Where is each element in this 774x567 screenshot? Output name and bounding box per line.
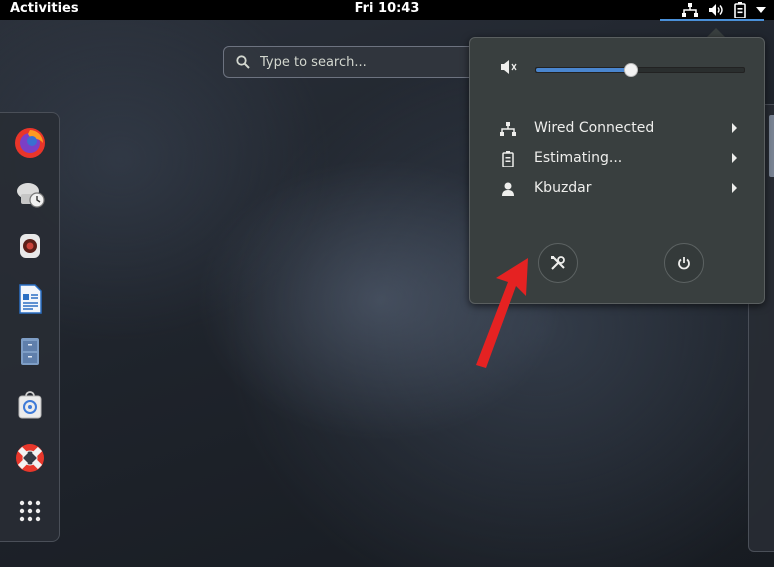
menu-item-user[interactable]: Kbuzdar [470, 175, 766, 203]
battery-icon [502, 151, 514, 167]
evolution-icon[interactable] [10, 173, 50, 213]
menu-item-label: Kbuzdar [534, 180, 592, 196]
settings-button[interactable] [538, 243, 578, 283]
settings-tools-icon [551, 256, 565, 270]
volume-slider[interactable] [535, 63, 745, 77]
network-wired-icon [682, 3, 698, 17]
volume-slider-fill [536, 68, 630, 72]
menu-item-label: Estimating... [534, 150, 623, 166]
network-wired-icon [500, 122, 516, 136]
chevron-down-icon [756, 7, 766, 13]
cheese-icon[interactable] [10, 226, 50, 266]
user-icon [502, 182, 514, 196]
audio-volume-icon [708, 3, 724, 17]
menu-item-label: Wired Connected [534, 120, 655, 136]
clock-label[interactable]: Fri 10:43 [355, 1, 420, 16]
dash [0, 112, 60, 542]
menu-item-wired-connected[interactable]: Wired Connected [470, 115, 766, 143]
search-input[interactable] [258, 53, 472, 71]
search-icon [236, 55, 250, 69]
annotation-arrow-icon [476, 258, 528, 368]
power-icon [678, 257, 690, 270]
top-bar: Activities Fri 10:43 [0, 0, 774, 20]
chevron-right-icon [732, 183, 737, 193]
workspace-window-thumb[interactable] [769, 115, 774, 177]
chevron-right-icon [732, 153, 737, 163]
menu-item-battery[interactable]: Estimating... [470, 145, 766, 173]
search-box[interactable] [223, 46, 483, 78]
software-icon[interactable] [10, 385, 50, 425]
firefox-icon[interactable] [10, 123, 50, 163]
files-icon[interactable] [10, 331, 50, 371]
battery-icon [734, 2, 746, 18]
power-button[interactable] [664, 243, 704, 283]
system-tray[interactable] [682, 0, 766, 20]
activities-button[interactable]: Activities [10, 1, 79, 16]
show-applications-icon[interactable] [10, 491, 50, 531]
tray-active-indicator [660, 19, 764, 21]
chevron-right-icon [732, 123, 737, 133]
writer-icon[interactable] [10, 279, 50, 319]
clock: Fri 10:43 [0, 1, 774, 16]
help-icon[interactable] [10, 438, 50, 478]
audio-volume-low-icon[interactable] [500, 58, 518, 76]
volume-slider-handle[interactable] [623, 63, 638, 77]
